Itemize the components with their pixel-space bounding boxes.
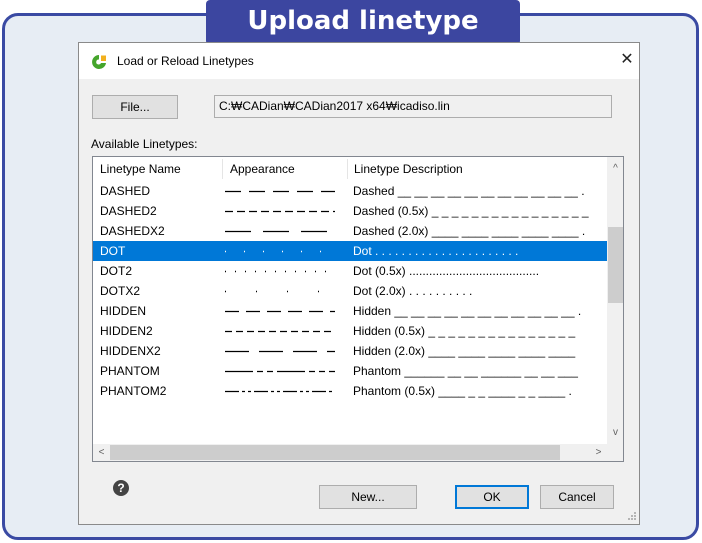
linetype-list[interactable]: Linetype Name Appearance Linetype Descri…	[92, 156, 624, 462]
linetype-appearance	[223, 301, 347, 321]
resize-grip-icon[interactable]	[627, 511, 637, 521]
linetype-description: Dot . . . . . . . . . . . . . . . . . . …	[353, 244, 519, 258]
linetype-name: DOT2	[100, 264, 133, 278]
scroll-right-icon[interactable]: >	[590, 444, 607, 461]
linetype-appearance	[223, 341, 347, 361]
cadian-logo-icon	[92, 55, 106, 69]
new-button[interactable]: New...	[319, 485, 417, 509]
list-row[interactable]: HIDDENX2 Hidden (2.0x) ____ ____ ____ ___…	[93, 341, 607, 361]
scroll-up-icon[interactable]: ^	[607, 160, 623, 177]
title-bar: Load or Reload Linetypes ✕	[79, 43, 639, 79]
linetype-description: Dashed (2.0x) ____ ____ ____ ____ ____ .	[353, 224, 586, 238]
linetype-appearance	[223, 281, 347, 301]
linetype-appearance	[223, 261, 347, 281]
cancel-button[interactable]: Cancel	[540, 485, 614, 509]
linetype-appearance	[223, 201, 347, 221]
column-header-description[interactable]: Linetype Description	[347, 157, 607, 181]
file-button[interactable]: File...	[92, 95, 178, 119]
linetype-name: DOTX2	[100, 284, 141, 298]
list-row[interactable]: DASHED Dashed __ __ __ __ __ __ __ __ __ …	[93, 181, 607, 201]
banner-title: Upload linetype	[206, 0, 520, 45]
vertical-scrollbar[interactable]: ^ v	[607, 157, 623, 444]
vertical-scroll-thumb[interactable]	[608, 227, 623, 303]
linetype-description: Phantom ______ __ __ ______ __ __ ___	[353, 364, 578, 378]
list-row[interactable]: DASHEDX2 Dashed (2.0x) ____ ____ ____ ___…	[93, 221, 607, 241]
horizontal-scrollbar[interactable]: < >	[93, 444, 607, 461]
linetype-appearance	[223, 361, 347, 381]
linetype-description: Phantom (0.5x) ____ _ _ ____ _ _ ____ .	[353, 384, 572, 398]
help-icon[interactable]: ?	[113, 480, 129, 496]
linetype-description: Hidden __ __ __ __ __ __ __ __ __ __ __ …	[353, 304, 582, 318]
file-path-field[interactable]: C:₩CADian₩CADian2017 x64₩icadiso.lin	[214, 95, 612, 118]
linetype-name: PHANTOM2	[100, 384, 167, 398]
linetype-description: Dot (2.0x) . . . . . . . . . .	[353, 284, 473, 298]
list-row[interactable]: HIDDEN Hidden __ __ __ __ __ __ __ __ __ …	[93, 301, 607, 321]
linetype-name: DOT	[100, 244, 126, 258]
list-row[interactable]: PHANTOM Phantom ______ __ __ ______ __ __…	[93, 361, 607, 381]
linetype-name: DASHEDX2	[100, 224, 165, 238]
list-header: Linetype Name Appearance Linetype Descri…	[93, 157, 607, 181]
list-row[interactable]: HIDDEN2 Hidden (0.5x) _ _ _ _ _ _ _ _ _ _…	[93, 321, 607, 341]
list-row[interactable]: DASHED2 Dashed (0.5x) _ _ _ _ _ _ _ _ _ _…	[93, 201, 607, 221]
linetype-name: HIDDEN2	[100, 324, 153, 338]
load-linetypes-dialog: Load or Reload Linetypes ✕ File... C:₩CA…	[78, 42, 640, 525]
list-row[interactable]: DOT2 Dot (0.5x) .........................…	[93, 261, 607, 281]
linetype-appearance	[223, 221, 347, 241]
linetype-description: Dashed __ __ __ __ __ __ __ __ __ __ __ …	[353, 184, 585, 198]
linetype-appearance	[223, 381, 347, 401]
linetype-description: Hidden (2.0x) ____ ____ ____ ____ ____	[353, 344, 576, 358]
linetype-name: DASHED2	[100, 204, 157, 218]
linetype-name: DASHED	[100, 184, 151, 198]
linetype-appearance	[223, 321, 347, 341]
column-header-name[interactable]: Linetype Name	[93, 157, 223, 181]
linetype-name: PHANTOM	[100, 364, 160, 378]
available-linetypes-label: Available Linetypes:	[91, 137, 198, 151]
ok-button[interactable]: OK	[455, 485, 529, 509]
linetype-description: Hidden (0.5x) _ _ _ _ _ _ _ _ _ _ _ _ _ …	[353, 324, 576, 338]
linetype-appearance	[223, 181, 347, 201]
horizontal-scroll-thumb[interactable]	[110, 445, 560, 460]
linetype-appearance	[223, 241, 347, 261]
linetype-name: HIDDENX2	[100, 344, 161, 358]
linetype-name: HIDDEN	[100, 304, 147, 318]
column-header-appearance[interactable]: Appearance	[223, 157, 347, 181]
list-row[interactable]: DOT Dot . . . . . . . . . . . . . . . . .…	[93, 241, 607, 261]
linetype-description: Dashed (0.5x) _ _ _ _ _ _ _ _ _ _ _ _ _ …	[353, 204, 589, 218]
scroll-corner	[607, 444, 623, 461]
scroll-left-icon[interactable]: <	[93, 444, 110, 461]
close-icon[interactable]: ✕	[619, 52, 635, 69]
scroll-down-icon[interactable]: v	[607, 424, 623, 441]
list-row[interactable]: DOTX2 Dot (2.0x) . . . . . . . . . .	[93, 281, 607, 301]
list-row[interactable]: PHANTOM2 Phantom (0.5x) ____ _ _ ____ _ _…	[93, 381, 607, 401]
linetype-description: Dot (0.5x) .............................…	[353, 264, 540, 278]
dialog-title: Load or Reload Linetypes	[117, 54, 254, 68]
